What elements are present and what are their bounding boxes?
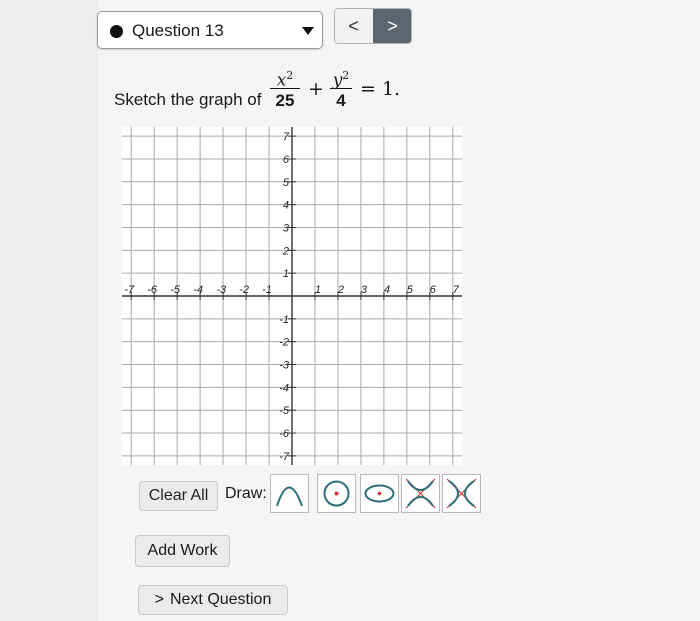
- question-nav: < >: [334, 8, 412, 44]
- y-tick-label: 4: [283, 200, 289, 212]
- fraction-x: x2 25: [270, 64, 300, 113]
- y-tick-label: 1: [283, 268, 289, 280]
- y-denominator: 4: [330, 88, 352, 113]
- status-dot-icon: [110, 25, 123, 38]
- y-tick-label: -4: [279, 382, 289, 394]
- y-tick-label: -3: [279, 360, 290, 372]
- x-variable: x: [276, 70, 287, 91]
- plus-sign: +: [308, 78, 324, 100]
- y-tick-label: -7: [279, 451, 290, 463]
- ellipse-icon: [364, 484, 395, 503]
- x-tick-label: -5: [170, 284, 181, 296]
- question-select-label: Question 13: [132, 21, 224, 40]
- draw-label: Draw:: [225, 485, 267, 502]
- question-select[interactable]: Question 13: [97, 11, 323, 49]
- chevron-right-icon: >: [387, 15, 398, 36]
- x-tick-label: -4: [193, 284, 203, 296]
- x-denominator: 25: [270, 88, 300, 113]
- x-tick-label: 7: [453, 284, 460, 296]
- y-tick-label: 3: [283, 222, 290, 234]
- y-exponent: 2: [342, 69, 350, 82]
- x-tick-label: 4: [384, 284, 390, 296]
- circle-icon: [323, 480, 350, 507]
- clear-all-button[interactable]: Clear All: [139, 481, 218, 511]
- x-tick-label: -3: [216, 284, 227, 296]
- x-tick-label: 3: [361, 284, 368, 296]
- hyperbola-vertical-tool-button[interactable]: [401, 474, 440, 513]
- x-tick-label: 1: [315, 284, 321, 296]
- next-question-label: Next Question: [169, 591, 272, 608]
- add-work-button[interactable]: Add Work: [135, 535, 230, 567]
- y-tick-label: -6: [279, 428, 290, 440]
- graph-canvas[interactable]: -7 -6 -5 -4 -3 -2 -1 1 2 3 4 5 6 7 7654321-1-2-3-4-5-…: [116, 121, 468, 471]
- x-tick-label: -2: [239, 284, 249, 296]
- y-tick-label: 6: [283, 154, 290, 166]
- x-tick-label: -7: [124, 284, 135, 296]
- x-exponent: 2: [286, 69, 294, 82]
- y-tick-label: -5: [279, 405, 290, 417]
- parabola-tool-button[interactable]: [270, 474, 309, 513]
- y-tick-label: 7: [283, 131, 290, 143]
- hyperbola-horizontal-tool-button[interactable]: [442, 474, 481, 513]
- x-tick-label: -6: [147, 284, 158, 296]
- next-question-button[interactable]: > Next Question: [138, 585, 288, 615]
- y-tick-label: -1: [279, 314, 289, 326]
- previous-question-button[interactable]: <: [335, 9, 372, 43]
- chevron-left-icon: <: [348, 15, 359, 36]
- hyperbola-horizontal-icon: [446, 478, 477, 509]
- y-tick-label: 5: [283, 177, 290, 189]
- y-tick-label: -2: [279, 337, 289, 349]
- question-prompt: Sketch the graph of: [114, 90, 262, 109]
- caret-down-icon: [302, 27, 314, 35]
- y-variable: y: [332, 70, 343, 91]
- left-sidebar: [0, 0, 98, 621]
- x-tick-label: -1: [262, 284, 272, 296]
- chevron-right-icon: >: [154, 591, 164, 608]
- equals-one: = 1.: [360, 78, 401, 100]
- ellipse-tool-button[interactable]: [360, 474, 399, 513]
- y-tick-label: 2: [282, 245, 289, 257]
- circle-tool-button[interactable]: [317, 474, 356, 513]
- x-tick-label: 2: [337, 284, 344, 296]
- fraction-y: y2 4: [330, 64, 352, 113]
- parabola-icon: [276, 486, 303, 507]
- next-question-arrow-button[interactable]: >: [373, 9, 411, 43]
- x-tick-label: 6: [430, 284, 437, 296]
- x-tick-label: 5: [407, 284, 414, 296]
- hyperbola-vertical-icon: [405, 478, 436, 509]
